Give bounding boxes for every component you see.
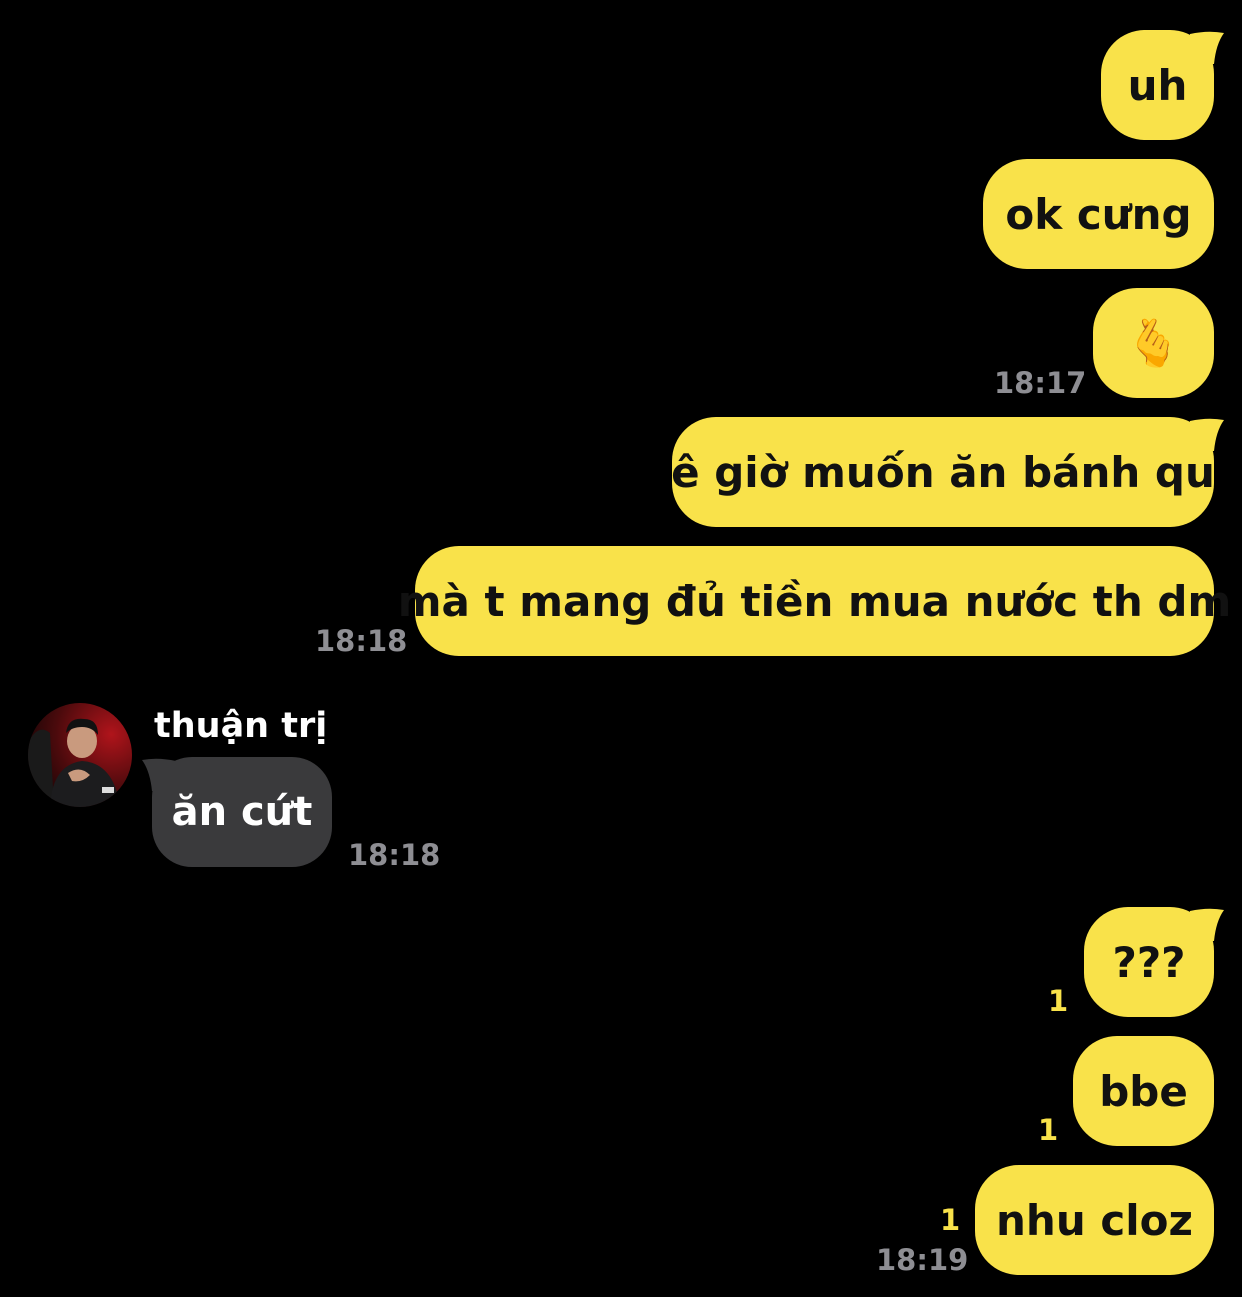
message-text: mà t mang đủ tiền mua nước th dm [397, 576, 1232, 626]
unread-count: 1 [940, 1203, 961, 1237]
outgoing-message-bubble[interactable]: uh [1101, 30, 1224, 140]
bubble-tail [1190, 31, 1224, 64]
message-text: nhu cloz [996, 1195, 1193, 1245]
message-text: ăn cứt [171, 789, 313, 835]
message-text: bbe [1099, 1066, 1188, 1116]
outgoing-message-bubble[interactable]: nhu cloz [975, 1165, 1214, 1275]
avatar-image [28, 703, 132, 807]
sender-name: thuận trị [154, 706, 328, 746]
outgoing-message-bubble[interactable]: 🫰 [1093, 288, 1214, 398]
bubble-tail [1190, 908, 1224, 941]
message-text: ok cưng [1005, 189, 1192, 239]
message-timestamp: 18:17 [994, 366, 1087, 400]
message-text: ê giờ muốn ăn bánh qu [671, 447, 1215, 497]
message-timestamp: 18:18 [348, 838, 441, 872]
message-text: ??? [1112, 937, 1186, 987]
outgoing-message-bubble[interactable]: mà t mang đủ tiền mua nước th dm [398, 546, 1231, 656]
bubble-tail [142, 758, 176, 791]
unread-count: 1 [1038, 1113, 1059, 1147]
outgoing-message-bubble[interactable]: ok cưng [983, 159, 1214, 269]
bubble-tail [1190, 418, 1224, 451]
outgoing-message-bubble[interactable]: ??? [1084, 907, 1224, 1017]
finger-heart-emoji: 🫰 [1124, 315, 1183, 370]
outgoing-message-bubble[interactable]: bbe [1073, 1036, 1214, 1146]
incoming-message-bubble[interactable]: ăn cứt [142, 757, 332, 867]
sender-avatar[interactable] [28, 703, 132, 807]
message-timestamp: 18:19 [876, 1243, 969, 1277]
outgoing-message-bubble[interactable]: ê giờ muốn ăn bánh qu [671, 417, 1224, 527]
message-timestamp: 18:18 [315, 624, 408, 658]
unread-count: 1 [1048, 984, 1069, 1018]
message-text: uh [1127, 60, 1188, 110]
